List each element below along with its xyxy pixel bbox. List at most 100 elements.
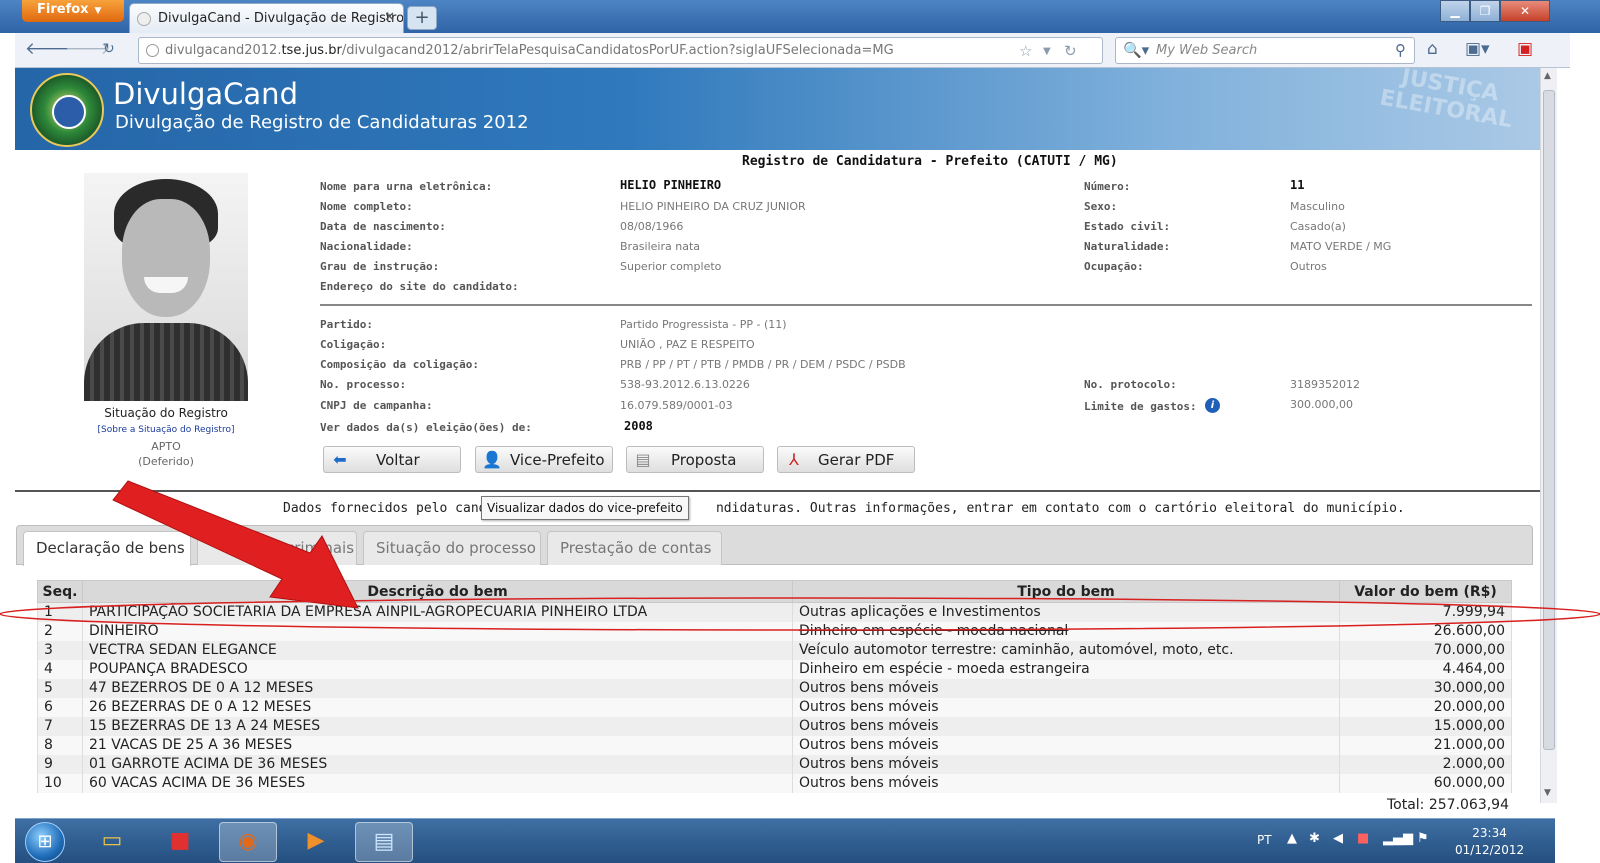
value-cell: 2.000,00 <box>1339 754 1512 774</box>
column-header[interactable]: Tipo do bem <box>792 580 1340 603</box>
type-cell: Outros bens móveis <box>792 697 1340 717</box>
details-tab-bar: Declaração de bens criminais Situação do… <box>16 525 1533 566</box>
window-app-icon[interactable]: ▤ <box>355 822 413 862</box>
seq-cell: 10 <box>37 773 83 793</box>
close-tab-icon[interactable]: ✕ <box>384 10 395 25</box>
generate-pdf-button-label: Gerar PDF <box>818 451 895 469</box>
seq-cell: 4 <box>37 659 83 679</box>
action-center-flag-icon[interactable]: ⚑ <box>1417 831 1429 846</box>
column-header[interactable]: Valor do bem (R$) <box>1339 580 1512 603</box>
favicon-icon <box>137 12 151 26</box>
tab-accounts[interactable]: Prestação de contas <box>547 531 722 565</box>
proposal-button[interactable]: ▤ Proposta <box>626 446 764 473</box>
field-value: PRB / PP / PT / PTB / PMDB / PR / DEM / … <box>620 358 906 371</box>
seq-cell: 6 <box>37 697 83 717</box>
close-window-button[interactable]: ✕ <box>1500 0 1550 22</box>
app-icon[interactable]: ■ <box>151 822 209 862</box>
page-title: Registro de Candidatura - Prefeito (CATU… <box>742 154 1118 169</box>
info-icon[interactable]: i <box>1205 398 1220 413</box>
bookmark-star-icon[interactable]: ☆ <box>1019 42 1032 60</box>
clock-time: 23:34 <box>1472 826 1507 840</box>
scroll-up-icon[interactable]: ▲ <box>1544 71 1551 81</box>
field-label: No. processo: <box>320 378 407 391</box>
firefox-menu-button[interactable]: Firefox ▼ <box>22 0 124 22</box>
site-identity-icon[interactable] <box>146 44 159 57</box>
dropdown-icon[interactable]: ▼ <box>1043 46 1051 57</box>
banner-watermark: JUSTIÇA ELEITORAL <box>1377 68 1515 134</box>
description-cell: POUPANÇA BRADESCO <box>82 659 793 679</box>
tab-process-status[interactable]: Situação do processo <box>363 531 541 565</box>
table-header-row: Seq. Descrição do bem Tipo do bem Valor … <box>37 580 1512 603</box>
network-icon[interactable]: ▂▄▆ <box>1383 831 1413 846</box>
registration-status-value: APTO <box>151 440 181 453</box>
column-header[interactable]: Seq. <box>37 580 83 603</box>
chevron-down-icon: ▼ <box>94 6 102 16</box>
maximize-button[interactable]: ❐ <box>1470 0 1500 22</box>
field-value: Masculino <box>1290 200 1345 213</box>
show-hidden-icons-icon[interactable]: ▲ <box>1287 831 1297 846</box>
person-icon: 👤 <box>482 450 502 469</box>
seq-cell: 5 <box>37 678 83 698</box>
search-icon[interactable]: ⚲ <box>1395 41 1406 59</box>
navigation-bar: 🡐 🡒 ↻ divulgacand2012.tse.jus.br/divulga… <box>15 33 1570 68</box>
tab-criminal-records[interactable]: criminais <box>197 531 357 565</box>
bookmarks-icon[interactable]: ▣▾ <box>1465 39 1490 59</box>
description-cell: 60 VACAS ACIMA DE 36 MESES <box>82 773 793 793</box>
field-label: Nacionalidade: <box>320 240 413 253</box>
notice-text-start: Dados fornecidos pelo candida <box>283 501 510 516</box>
type-cell: Dinheiro em espécie - moeda nacional <box>792 621 1340 641</box>
back-button[interactable]: ⬅ Voltar <box>323 446 461 473</box>
scrollbar-thumb[interactable] <box>1543 90 1555 750</box>
description-cell: 15 BEZERRAS DE 13 A 24 MESES <box>82 716 793 736</box>
site-banner: DivulgaCand Divulgação de Registro de Ca… <box>15 68 1540 150</box>
browser-tab[interactable]: DivulgaCand - Divulgação de Registro d..… <box>129 3 404 33</box>
field-label: Nome completo: <box>320 200 413 213</box>
page-scrollbar[interactable]: ▲ ▼ <box>1540 68 1557 803</box>
generate-pdf-button[interactable]: ⅄ Gerar PDF <box>777 446 915 473</box>
media-player-icon[interactable]: ▶ <box>287 822 345 862</box>
firefox-icon[interactable]: ◉ <box>219 822 277 862</box>
brazil-coat-of-arms-icon <box>30 73 104 147</box>
addon-icon[interactable]: ▣ <box>1517 39 1533 59</box>
tab-title: DivulgaCand - Divulgação de Registro d..… <box>158 11 404 26</box>
value-cell: 26.600,00 <box>1339 621 1512 641</box>
search-placeholder: My Web Search <box>1156 43 1258 58</box>
new-tab-button[interactable]: + <box>407 6 437 30</box>
volume-icon[interactable]: ◀ <box>1333 831 1343 846</box>
minimize-button[interactable]: ▁ <box>1440 0 1470 22</box>
registration-status-link[interactable]: [Sobre a Situação do Registro] <box>84 425 248 435</box>
tray-alert-icon[interactable]: ■ <box>1357 831 1369 846</box>
search-bar[interactable]: 🔍▾ My Web Search ⚲ <box>1115 37 1415 64</box>
start-button[interactable]: ⊞ <box>25 822 65 862</box>
scroll-down-icon[interactable]: ▼ <box>1544 788 1551 798</box>
window-titlebar: Firefox ▼ DivulgaCand - Divulgação de Reg… <box>0 0 1600 33</box>
field-value: HELIO PINHEIRO <box>620 178 722 192</box>
system-clock[interactable]: 23:34 01/12/2012 <box>1455 825 1524 859</box>
file-explorer-icon[interactable]: ▭ <box>83 822 141 862</box>
description-cell: 26 BEZERRAS DE 0 A 12 MESES <box>82 697 793 717</box>
reload-icon[interactable]: ↻ <box>1064 42 1077 60</box>
back-arrow-icon[interactable]: 🡐 <box>25 39 71 59</box>
url-bar[interactable]: divulgacand2012.tse.jus.br/divulgacand20… <box>138 37 1103 64</box>
language-indicator[interactable]: PT <box>1257 833 1272 847</box>
home-icon[interactable]: ⌂ <box>1427 39 1438 59</box>
assets-table: Seq. Descrição do bem Tipo do bem Valor … <box>37 580 1512 793</box>
field-label: Limite de gastos: <box>1084 400 1197 413</box>
description-cell: DINHEIRO <box>82 621 793 641</box>
url-path: /divulgacand2012/abrirTelaPesquisaCandid… <box>341 43 894 58</box>
section-divider <box>320 304 1532 306</box>
tray-app-icon[interactable]: ✱ <box>1309 831 1320 846</box>
value-cell: 60.000,00 <box>1339 773 1512 793</box>
type-cell: Outros bens móveis <box>792 735 1340 755</box>
column-header[interactable]: Descrição do bem <box>82 580 793 603</box>
history-icon[interactable]: ↻ <box>103 41 115 57</box>
field-value: HELIO PINHEIRO DA CRUZ JUNIOR <box>620 200 806 213</box>
field-value: 300.000,00 <box>1290 398 1353 411</box>
vice-mayor-button[interactable]: 👤 Vice-Prefeito <box>475 446 613 473</box>
search-engine-icon[interactable]: 🔍▾ <box>1123 41 1149 59</box>
description-cell: PARTICIPAÇÃO SOCIETARIA DA EMPRESA AINPI… <box>82 602 793 622</box>
table-row: 3 VECTRA SEDAN ELEGANCE Veículo automotor … <box>37 640 1512 660</box>
tab-asset-declaration[interactable]: Declaração de bens <box>23 531 191 566</box>
field-label: Ver dados da(s) eleição(ões) de: <box>320 421 532 434</box>
election-year-link[interactable]: 2008 <box>624 419 653 433</box>
